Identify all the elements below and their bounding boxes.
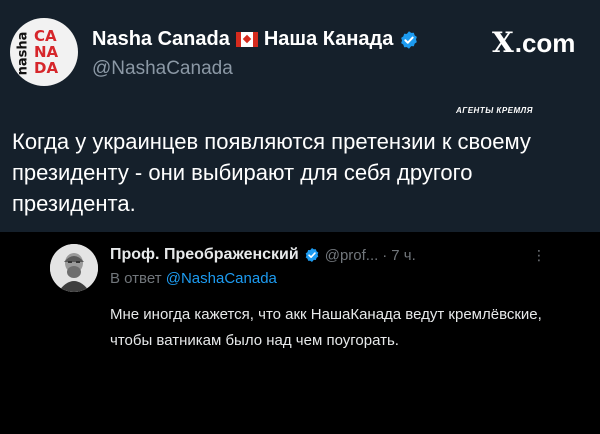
author-name-ru[interactable]: Наша Канада	[264, 28, 394, 51]
replying-to-mention[interactable]: @NashaCanada	[166, 270, 277, 287]
reply-author-avatar[interactable]	[50, 244, 98, 292]
logo-vertical-text: nasha	[15, 31, 31, 75]
canada-flag-icon	[235, 32, 258, 47]
replying-to-prefix: В ответ	[110, 270, 162, 287]
author-avatar[interactable]: nasha CA NA DA	[10, 18, 78, 86]
site-brand-suffix: .com	[514, 28, 576, 58]
x-logo-icon: X	[492, 26, 514, 59]
post-text: Когда у украинцев появляются претензии к…	[12, 129, 531, 216]
reply-timestamp[interactable]: 7 ч.	[391, 247, 416, 264]
author-name-row[interactable]: Nasha Canada Наша Канада	[92, 28, 419, 51]
replying-to: В ответ @NashaCanada	[110, 270, 277, 287]
author-name[interactable]: Nasha Canada	[92, 28, 230, 51]
reply-header: Проф. Преображенский @prof... · 7 ч.	[110, 246, 416, 264]
reply-separator: ·	[382, 246, 388, 264]
verified-badge-icon	[305, 248, 318, 262]
reply-author-handle[interactable]: @prof...	[325, 247, 379, 264]
verified-badge-icon	[401, 30, 418, 49]
reply-text: Мне иногда кажется, что акк НашаКанада в…	[110, 306, 542, 349]
more-options-icon[interactable]: ⋮	[532, 247, 546, 264]
portrait-icon	[50, 244, 98, 292]
logo-stacked-text: CA NA DA	[34, 27, 59, 77]
watermark: АГЕНТЫ КРЕМЛЯ	[456, 106, 533, 115]
site-brand: X.com	[492, 26, 575, 59]
author-handle[interactable]: @NashaCanada	[92, 58, 233, 80]
reply-author-name[interactable]: Проф. Преображенский	[110, 246, 299, 264]
